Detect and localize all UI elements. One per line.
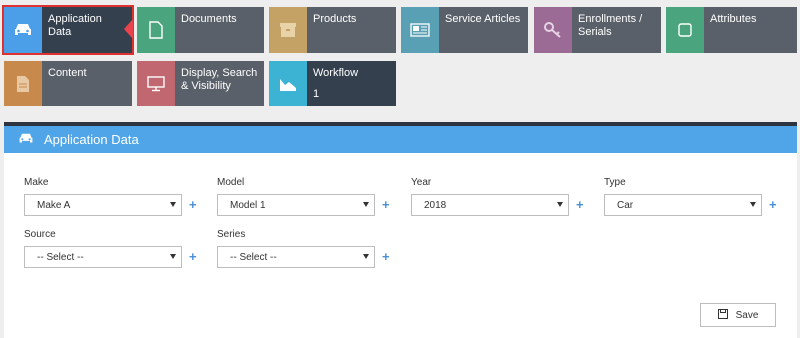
tile-label: Attributes	[710, 13, 757, 25]
year-value: 2018	[424, 199, 447, 211]
add-type-button[interactable]: +	[769, 198, 777, 211]
tile-label: Products	[313, 13, 357, 25]
save-button[interactable]: Save	[700, 303, 776, 327]
tile-attributes[interactable]: Attributes	[666, 7, 797, 53]
model-value: Model 1	[230, 199, 266, 211]
series-label: Series	[217, 229, 246, 240]
chevron-down-icon	[170, 254, 176, 259]
car-icon	[18, 132, 34, 148]
source-label: Source	[24, 229, 56, 240]
add-source-button[interactable]: +	[189, 250, 197, 263]
series-select[interactable]: -- Select --	[217, 246, 375, 268]
tile-label: Enrollments / Serials	[578, 13, 643, 38]
car-icon	[4, 7, 42, 53]
tile-label: Workflow	[313, 67, 359, 79]
year-label: Year	[411, 177, 432, 188]
tile-workflow[interactable]: Workflow 1	[269, 61, 396, 106]
floppy-disk-icon	[717, 308, 728, 322]
tile-products[interactable]: Products	[269, 7, 396, 53]
add-model-button[interactable]: +	[382, 198, 390, 211]
tile-label: Content	[48, 67, 87, 79]
newspaper-icon	[401, 7, 439, 53]
make-value: Make A	[37, 199, 71, 211]
tile-label: Service Articles	[445, 13, 521, 25]
file-icon	[4, 61, 42, 106]
tile-label: Documents	[181, 13, 237, 25]
chevron-down-icon	[750, 202, 756, 207]
tile-label: Application Data	[48, 13, 102, 38]
series-value: -- Select --	[230, 251, 277, 263]
make-select[interactable]: Make A	[24, 194, 182, 216]
source-select[interactable]: -- Select --	[24, 246, 182, 268]
save-label: Save	[735, 309, 759, 321]
chart-icon	[269, 61, 307, 106]
tile-application-data[interactable]: Application Data	[2, 5, 134, 55]
box-icon	[269, 7, 307, 53]
chevron-down-icon	[363, 202, 369, 207]
year-select[interactable]: 2018	[411, 194, 569, 216]
chevron-down-icon	[557, 202, 563, 207]
monitor-icon	[137, 61, 175, 106]
chevron-down-icon	[363, 254, 369, 259]
source-value: -- Select --	[37, 251, 84, 263]
add-make-button[interactable]: +	[189, 198, 197, 211]
panel-title: Application Data	[44, 132, 139, 147]
document-icon	[137, 7, 175, 53]
type-value: Car	[617, 199, 634, 211]
workflow-count: 1	[313, 88, 320, 100]
tile-display-search-visibility[interactable]: Display, Search & Visibility	[137, 61, 264, 106]
checkbox-icon	[666, 7, 704, 53]
model-label: Model	[217, 177, 245, 188]
tile-enrollments-serials[interactable]: Enrollments / Serials	[534, 7, 661, 53]
application-data-panel: Application Data	[4, 122, 797, 338]
panel-header: Application Data	[4, 126, 797, 153]
make-label: Make	[24, 177, 49, 188]
type-label: Type	[604, 177, 626, 188]
key-icon	[534, 7, 572, 53]
add-series-button[interactable]: +	[382, 250, 390, 263]
tile-content[interactable]: Content	[4, 61, 132, 106]
tile-documents[interactable]: Documents	[137, 7, 264, 53]
add-year-button[interactable]: +	[576, 198, 584, 211]
model-select[interactable]: Model 1	[217, 194, 375, 216]
type-select[interactable]: Car	[604, 194, 762, 216]
tile-label: Display, Search & Visibility	[181, 67, 258, 92]
chevron-down-icon	[170, 202, 176, 207]
active-indicator	[124, 19, 133, 39]
tile-service-articles[interactable]: Service Articles	[401, 7, 528, 53]
